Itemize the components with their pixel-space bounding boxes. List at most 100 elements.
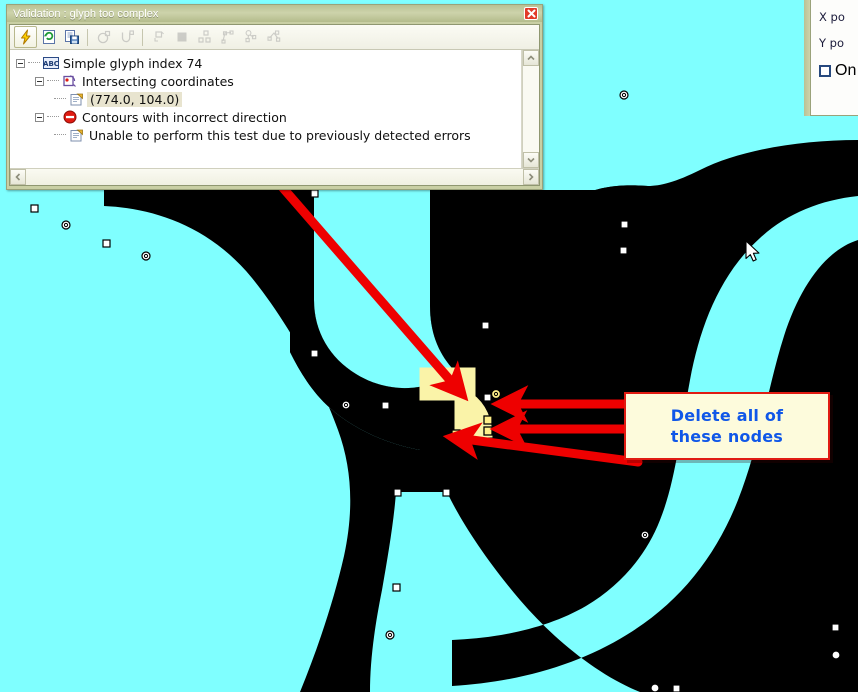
validation-window[interactable]: Validation : glyph too complex ABC Simpl… <box>6 4 543 190</box>
callout-line-2: these nodes <box>670 427 784 446</box>
toolbar-separator <box>142 28 143 46</box>
node-circle-inner <box>642 532 648 538</box>
tree-label: Intersecting coordinates <box>82 73 234 89</box>
glyph-counter-upper <box>303 190 462 395</box>
node-square <box>392 583 401 592</box>
annotation-callout: Delete all of these nodes <box>624 392 830 460</box>
tree-connector <box>47 80 59 82</box>
save-report-icon[interactable] <box>60 26 83 48</box>
glyph-outline-right <box>451 185 648 372</box>
node-circle <box>61 220 71 230</box>
svg-text:ABC: ABC <box>43 60 59 68</box>
nodes-curve-icon <box>239 26 262 48</box>
tree-label: Contours with incorrect direction <box>82 109 287 125</box>
window-titlebar[interactable]: Validation : glyph too complex <box>7 5 542 22</box>
node-square <box>102 239 111 248</box>
scroll-down-button[interactable] <box>523 152 539 168</box>
intersect-warning-icon <box>61 74 78 89</box>
scroll-left-button[interactable] <box>10 169 26 185</box>
node-circle <box>640 530 650 540</box>
callout-arrow-3 <box>442 422 643 467</box>
node-square <box>619 246 628 255</box>
scroll-up-button[interactable] <box>523 50 539 66</box>
fill-square-icon <box>170 26 193 48</box>
horizontal-scrollbar[interactable] <box>10 168 539 185</box>
tree-connector <box>54 98 66 100</box>
selection-highlight <box>419 367 493 438</box>
node-circle <box>141 251 151 261</box>
node-square <box>831 623 840 632</box>
node-curve-glyph <box>244 30 256 43</box>
close-icon[interactable] <box>524 7 538 20</box>
contour-circle-glyph <box>97 30 110 44</box>
selected-nodes <box>450 383 493 439</box>
glyph-outline-top <box>104 190 200 223</box>
nodes-link-icon <box>262 26 285 48</box>
expander-icon[interactable] <box>35 76 44 86</box>
tree-connector <box>54 134 66 136</box>
window-title: Validation : glyph too complex <box>13 7 159 20</box>
intersect-glyph <box>63 74 76 87</box>
checkbox-icon[interactable] <box>819 65 831 77</box>
stop-sign-glyph <box>63 110 76 124</box>
node-grid-glyph <box>197 30 211 43</box>
tree-area: ABC Simple glyph index 74 Intersecting c… <box>10 50 539 168</box>
x-position-label: X po <box>819 10 845 24</box>
node-circle-inner <box>621 92 627 98</box>
window-body: ABC Simple glyph index 74 Intersecting c… <box>9 24 540 186</box>
node-circle-inner <box>387 632 393 638</box>
node-circle <box>650 683 660 692</box>
lightning-bolt-glyph <box>20 29 30 45</box>
nodes-path-icon <box>216 26 239 48</box>
nodes-grid-icon <box>193 26 216 48</box>
validation-toolbar <box>10 25 539 50</box>
node-circle-inner <box>63 222 69 228</box>
validation-tree: ABC Simple glyph index 74 Intersecting c… <box>10 50 521 144</box>
run-validation-icon[interactable] <box>14 26 37 48</box>
right-properties-panel: X po Y po On <box>810 0 858 116</box>
option-label: On <box>835 62 857 79</box>
tree-row-coordinate-entry[interactable]: (774.0, 104.0) <box>16 90 521 108</box>
y-position-label: Y po <box>819 36 845 50</box>
tree-row-contours-incorrect-direction[interactable]: Contours with incorrect direction <box>16 108 521 126</box>
node-square <box>30 204 39 213</box>
report-note-glyph <box>70 93 83 105</box>
chevron-down-icon <box>527 157 535 163</box>
select-path-icon <box>115 26 138 48</box>
tree-label: Simple glyph index 74 <box>63 55 203 71</box>
node-square <box>393 488 402 497</box>
tree-row-intersecting-coordinates[interactable]: Intersecting coordinates <box>16 72 521 90</box>
tree-row-glyph-root[interactable]: ABC Simple glyph index 74 <box>16 54 521 72</box>
node-circle-inner <box>343 402 349 408</box>
node-circle <box>619 90 629 100</box>
node-square <box>310 189 319 198</box>
chevron-up-icon <box>527 55 535 61</box>
mouse-pointer-icon <box>745 240 760 262</box>
path-drop-glyph <box>121 30 134 43</box>
callout-line-1: Delete all of <box>670 406 784 425</box>
option-checkbox-row[interactable]: On <box>819 62 858 80</box>
document-refresh-glyph <box>42 30 55 44</box>
node-path-glyph <box>220 30 234 44</box>
expander-icon[interactable] <box>16 58 25 68</box>
error-stop-icon <box>61 110 78 125</box>
tree-row-contours-message[interactable]: Unable to perform this test due to previ… <box>16 126 521 144</box>
report-item-icon <box>68 128 85 143</box>
node-square <box>310 349 319 358</box>
node-link-glyph <box>266 30 280 42</box>
node-square <box>672 684 681 692</box>
node-square <box>442 488 451 497</box>
node-circle <box>385 630 395 640</box>
scroll-right-button[interactable] <box>523 169 539 185</box>
refresh-document-icon[interactable] <box>37 26 60 48</box>
selected-node-square <box>483 415 493 425</box>
selected-node-square <box>450 383 460 393</box>
chevron-right-icon <box>528 173 534 181</box>
validation-tree-pane[interactable]: ABC Simple glyph index 74 Intersecting c… <box>10 50 522 168</box>
document-save-glyph <box>64 30 79 44</box>
expander-icon[interactable] <box>35 112 44 122</box>
vertical-scroll-track[interactable] <box>523 66 539 152</box>
node-square <box>381 401 390 410</box>
vertical-scrollbar[interactable] <box>522 50 539 168</box>
report-item-icon <box>68 92 85 107</box>
